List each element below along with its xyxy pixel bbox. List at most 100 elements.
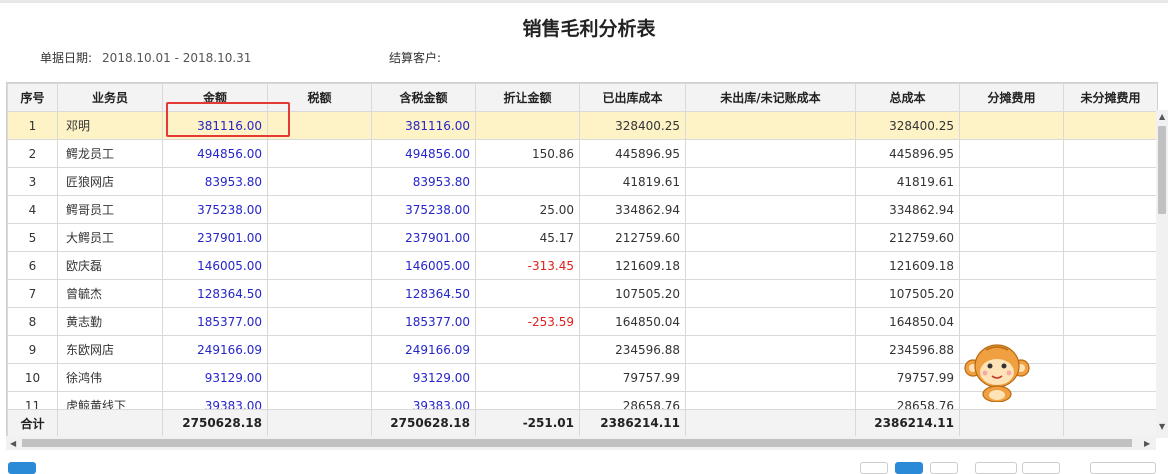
table-row[interactable]: 4 鳄哥员工 375238.00 375238.00 25.00 334862.94 334… <box>7 195 1157 224</box>
cell-unposted[interactable] <box>685 363 856 392</box>
cell-no[interactable]: 3 <box>7 167 58 196</box>
cell-unalloc[interactable] <box>1063 195 1157 224</box>
cell-taxed[interactable]: 39383.00 <box>371 391 476 409</box>
cell-no[interactable]: 7 <box>7 279 58 308</box>
cell-discount[interactable]: 150.86 <box>475 139 580 168</box>
table-row[interactable]: 2 鳄龙员工 494856.00 494856.00 150.86 445896.95 44… <box>7 139 1157 168</box>
cell-discount[interactable] <box>475 167 580 196</box>
cell-out_cost[interactable]: 107505.20 <box>579 279 686 308</box>
cell-unalloc[interactable] <box>1063 111 1157 140</box>
cell-tax[interactable] <box>267 251 372 280</box>
page-button[interactable] <box>8 462 36 474</box>
horizontal-scrollbar[interactable]: ◀ ▶ <box>6 436 1156 450</box>
table-row[interactable]: 3 匠狼网店 83953.80 83953.80 41819.61 41819.61 <box>7 167 1157 196</box>
cell-out_cost[interactable]: 212759.60 <box>579 223 686 252</box>
page-button[interactable] <box>860 462 888 474</box>
column-header[interactable]: 分摊费用 <box>959 83 1064 112</box>
cell-alloc[interactable] <box>959 111 1064 140</box>
cell-out_cost[interactable]: 445896.95 <box>579 139 686 168</box>
cell-name[interactable]: 匠狼网店 <box>57 167 163 196</box>
cell-amount[interactable]: 237901.00 <box>162 223 268 252</box>
cell-unposted[interactable] <box>685 279 856 308</box>
cell-total_cost[interactable]: 121609.18 <box>855 251 960 280</box>
arrow-up-icon[interactable]: ▲ <box>1159 112 1165 121</box>
vertical-scroll-thumb[interactable] <box>1158 126 1166 214</box>
cell-out_cost[interactable]: 234596.88 <box>579 335 686 364</box>
cell-total_cost[interactable]: 28658.76 <box>855 391 960 409</box>
cell-unalloc[interactable] <box>1063 251 1157 280</box>
cell-alloc[interactable] <box>959 279 1064 308</box>
table-row[interactable]: 7 曾毓杰 128364.50 128364.50 107505.20 107505.20 <box>7 279 1157 308</box>
cell-name[interactable]: 虎鲸黄线下 <box>57 391 163 409</box>
cell-unalloc[interactable] <box>1063 139 1157 168</box>
cell-no[interactable]: 1 <box>7 111 58 140</box>
table-row[interactable]: 5 大鳄员工 237901.00 237901.00 45.17 212759.60 212… <box>7 223 1157 252</box>
column-header[interactable]: 含税金额 <box>371 83 476 112</box>
cell-alloc[interactable] <box>959 251 1064 280</box>
cell-no[interactable]: 2 <box>7 139 58 168</box>
cell-unalloc[interactable] <box>1063 307 1157 336</box>
arrow-right-icon[interactable]: ▶ <box>1144 439 1150 448</box>
column-header[interactable]: 未分摊费用 <box>1063 83 1157 112</box>
cell-unalloc[interactable] <box>1063 363 1157 392</box>
cell-out_cost[interactable]: 41819.61 <box>579 167 686 196</box>
cell-unalloc[interactable] <box>1063 223 1157 252</box>
table-row[interactable]: 6 欧庆磊 146005.00 146005.00 -313.45 121609.18 12… <box>7 251 1157 280</box>
cell-tax[interactable] <box>267 391 372 409</box>
column-header[interactable]: 折让金额 <box>475 83 580 112</box>
cell-no[interactable]: 5 <box>7 223 58 252</box>
column-header[interactable]: 已出库成本 <box>579 83 686 112</box>
arrow-down-icon[interactable]: ▼ <box>1159 422 1165 431</box>
cell-amount[interactable]: 128364.50 <box>162 279 268 308</box>
cell-amount[interactable]: 83953.80 <box>162 167 268 196</box>
cell-no[interactable]: 9 <box>7 335 58 364</box>
cell-discount[interactable] <box>475 363 580 392</box>
page-button[interactable] <box>1022 462 1060 474</box>
cell-tax[interactable] <box>267 363 372 392</box>
cell-unposted[interactable] <box>685 335 856 364</box>
cell-taxed[interactable]: 146005.00 <box>371 251 476 280</box>
cell-alloc[interactable] <box>959 195 1064 224</box>
cell-total_cost[interactable]: 79757.99 <box>855 363 960 392</box>
cell-unposted[interactable] <box>685 251 856 280</box>
cell-unposted[interactable] <box>685 111 856 140</box>
cell-amount[interactable]: 185377.00 <box>162 307 268 336</box>
cell-amount[interactable]: 494856.00 <box>162 139 268 168</box>
cell-total_cost[interactable]: 234596.88 <box>855 335 960 364</box>
cell-taxed[interactable]: 375238.00 <box>371 195 476 224</box>
cell-tax[interactable] <box>267 307 372 336</box>
cell-out_cost[interactable]: 328400.25 <box>579 111 686 140</box>
horizontal-scroll-thumb[interactable] <box>22 439 1132 447</box>
cell-unalloc[interactable] <box>1063 391 1157 409</box>
cell-tax[interactable] <box>267 279 372 308</box>
arrow-left-icon[interactable]: ◀ <box>10 439 16 448</box>
page-button-active[interactable] <box>895 462 923 474</box>
page-button[interactable] <box>930 462 958 474</box>
cell-unposted[interactable] <box>685 139 856 168</box>
cell-name[interactable]: 东欧网店 <box>57 335 163 364</box>
cell-unalloc[interactable] <box>1063 279 1157 308</box>
cell-taxed[interactable]: 185377.00 <box>371 307 476 336</box>
column-header[interactable]: 总成本 <box>855 83 960 112</box>
cell-amount[interactable]: 146005.00 <box>162 251 268 280</box>
cell-name[interactable]: 鳄龙员工 <box>57 139 163 168</box>
cell-name[interactable]: 大鳄员工 <box>57 223 163 252</box>
cell-total_cost[interactable]: 328400.25 <box>855 111 960 140</box>
cell-total_cost[interactable]: 107505.20 <box>855 279 960 308</box>
cell-unposted[interactable] <box>685 195 856 224</box>
cell-tax[interactable] <box>267 139 372 168</box>
cell-name[interactable]: 鳄哥员工 <box>57 195 163 224</box>
vertical-scrollbar[interactable]: ▲ ▼ <box>1156 110 1168 438</box>
cell-discount[interactable] <box>475 391 580 409</box>
cell-taxed[interactable]: 249166.09 <box>371 335 476 364</box>
cell-taxed[interactable]: 381116.00 <box>371 111 476 140</box>
cell-no[interactable]: 11 <box>7 391 58 409</box>
cell-unalloc[interactable] <box>1063 167 1157 196</box>
cell-name[interactable]: 欧庆磊 <box>57 251 163 280</box>
cell-total_cost[interactable]: 212759.60 <box>855 223 960 252</box>
cell-discount[interactable]: 25.00 <box>475 195 580 224</box>
cell-tax[interactable] <box>267 195 372 224</box>
cell-unposted[interactable] <box>685 167 856 196</box>
cell-out_cost[interactable]: 28658.76 <box>579 391 686 409</box>
cell-discount[interactable]: 45.17 <box>475 223 580 252</box>
